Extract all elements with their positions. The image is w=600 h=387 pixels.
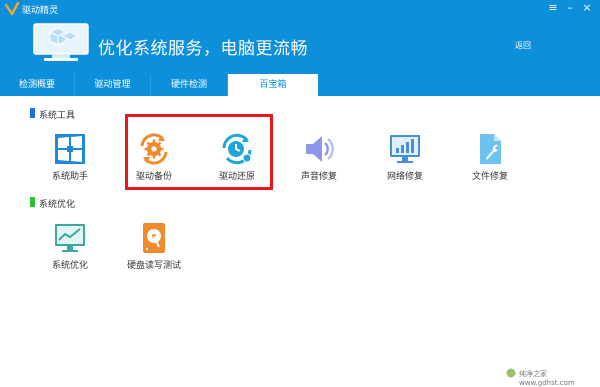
section-marker-optimize: [30, 197, 35, 207]
watermark-text: 纯净之家 www.gdhst.com: [519, 370, 575, 387]
file-wrench-icon: [480, 134, 501, 164]
tool-label: 系统优化: [51, 261, 88, 271]
tool-system-optimize[interactable]: 系统优化: [38, 221, 102, 287]
title-bar: 驱动精灵 ≡ – ×: [0, 0, 600, 18]
tool-file-repair[interactable]: 文件修复: [458, 132, 522, 198]
back-link[interactable]: 返回: [515, 40, 531, 51]
section-title-system-tools: 系统工具: [39, 111, 76, 121]
tab-scan-overview[interactable]: 检测概要: [0, 74, 75, 96]
highlight-annotation-box: [125, 114, 273, 190]
watermark-logo-icon: [506, 368, 516, 378]
tab-driver-management[interactable]: 驱动管理: [75, 74, 151, 96]
computer-cubes-icon: [33, 23, 89, 61]
trend-monitor-icon: [55, 224, 85, 252]
tool-harddisk-test[interactable]: 硬盘读写测试: [122, 221, 186, 287]
minimize-icon[interactable]: –: [563, 1, 577, 15]
tool-sound-repair[interactable]: 声音修复: [287, 132, 351, 198]
app-title: 驱动精灵: [22, 6, 59, 16]
tool-label: 文件修复: [471, 172, 508, 182]
tab-toolbox[interactable]: 百宝箱: [228, 74, 318, 96]
tool-system-assistant[interactable]: 系统助手: [38, 132, 102, 198]
close-icon[interactable]: ×: [580, 1, 594, 15]
menu-icon[interactable]: ≡: [546, 1, 560, 15]
tab-hardware-detection[interactable]: 硬件检测: [151, 74, 228, 96]
tool-label: 系统助手: [51, 172, 88, 182]
section-title-system-optimize: 系统优化: [39, 200, 76, 210]
tool-label: 声音修复: [300, 172, 337, 182]
app-logo-icon: [5, 2, 19, 16]
tool-network-repair[interactable]: 网络修复: [373, 132, 437, 198]
harddisk-icon: [143, 223, 165, 253]
section-marker-tools: [30, 108, 35, 118]
tool-label: 硬盘读写测试: [126, 261, 181, 271]
network-monitor-icon: [390, 135, 420, 163]
speaker-icon: [306, 136, 334, 162]
tool-label: 网络修复: [386, 172, 423, 182]
windows-tile-icon: [55, 134, 85, 164]
slogan-text: 优化系统服务，电脑更流畅: [98, 39, 308, 59]
